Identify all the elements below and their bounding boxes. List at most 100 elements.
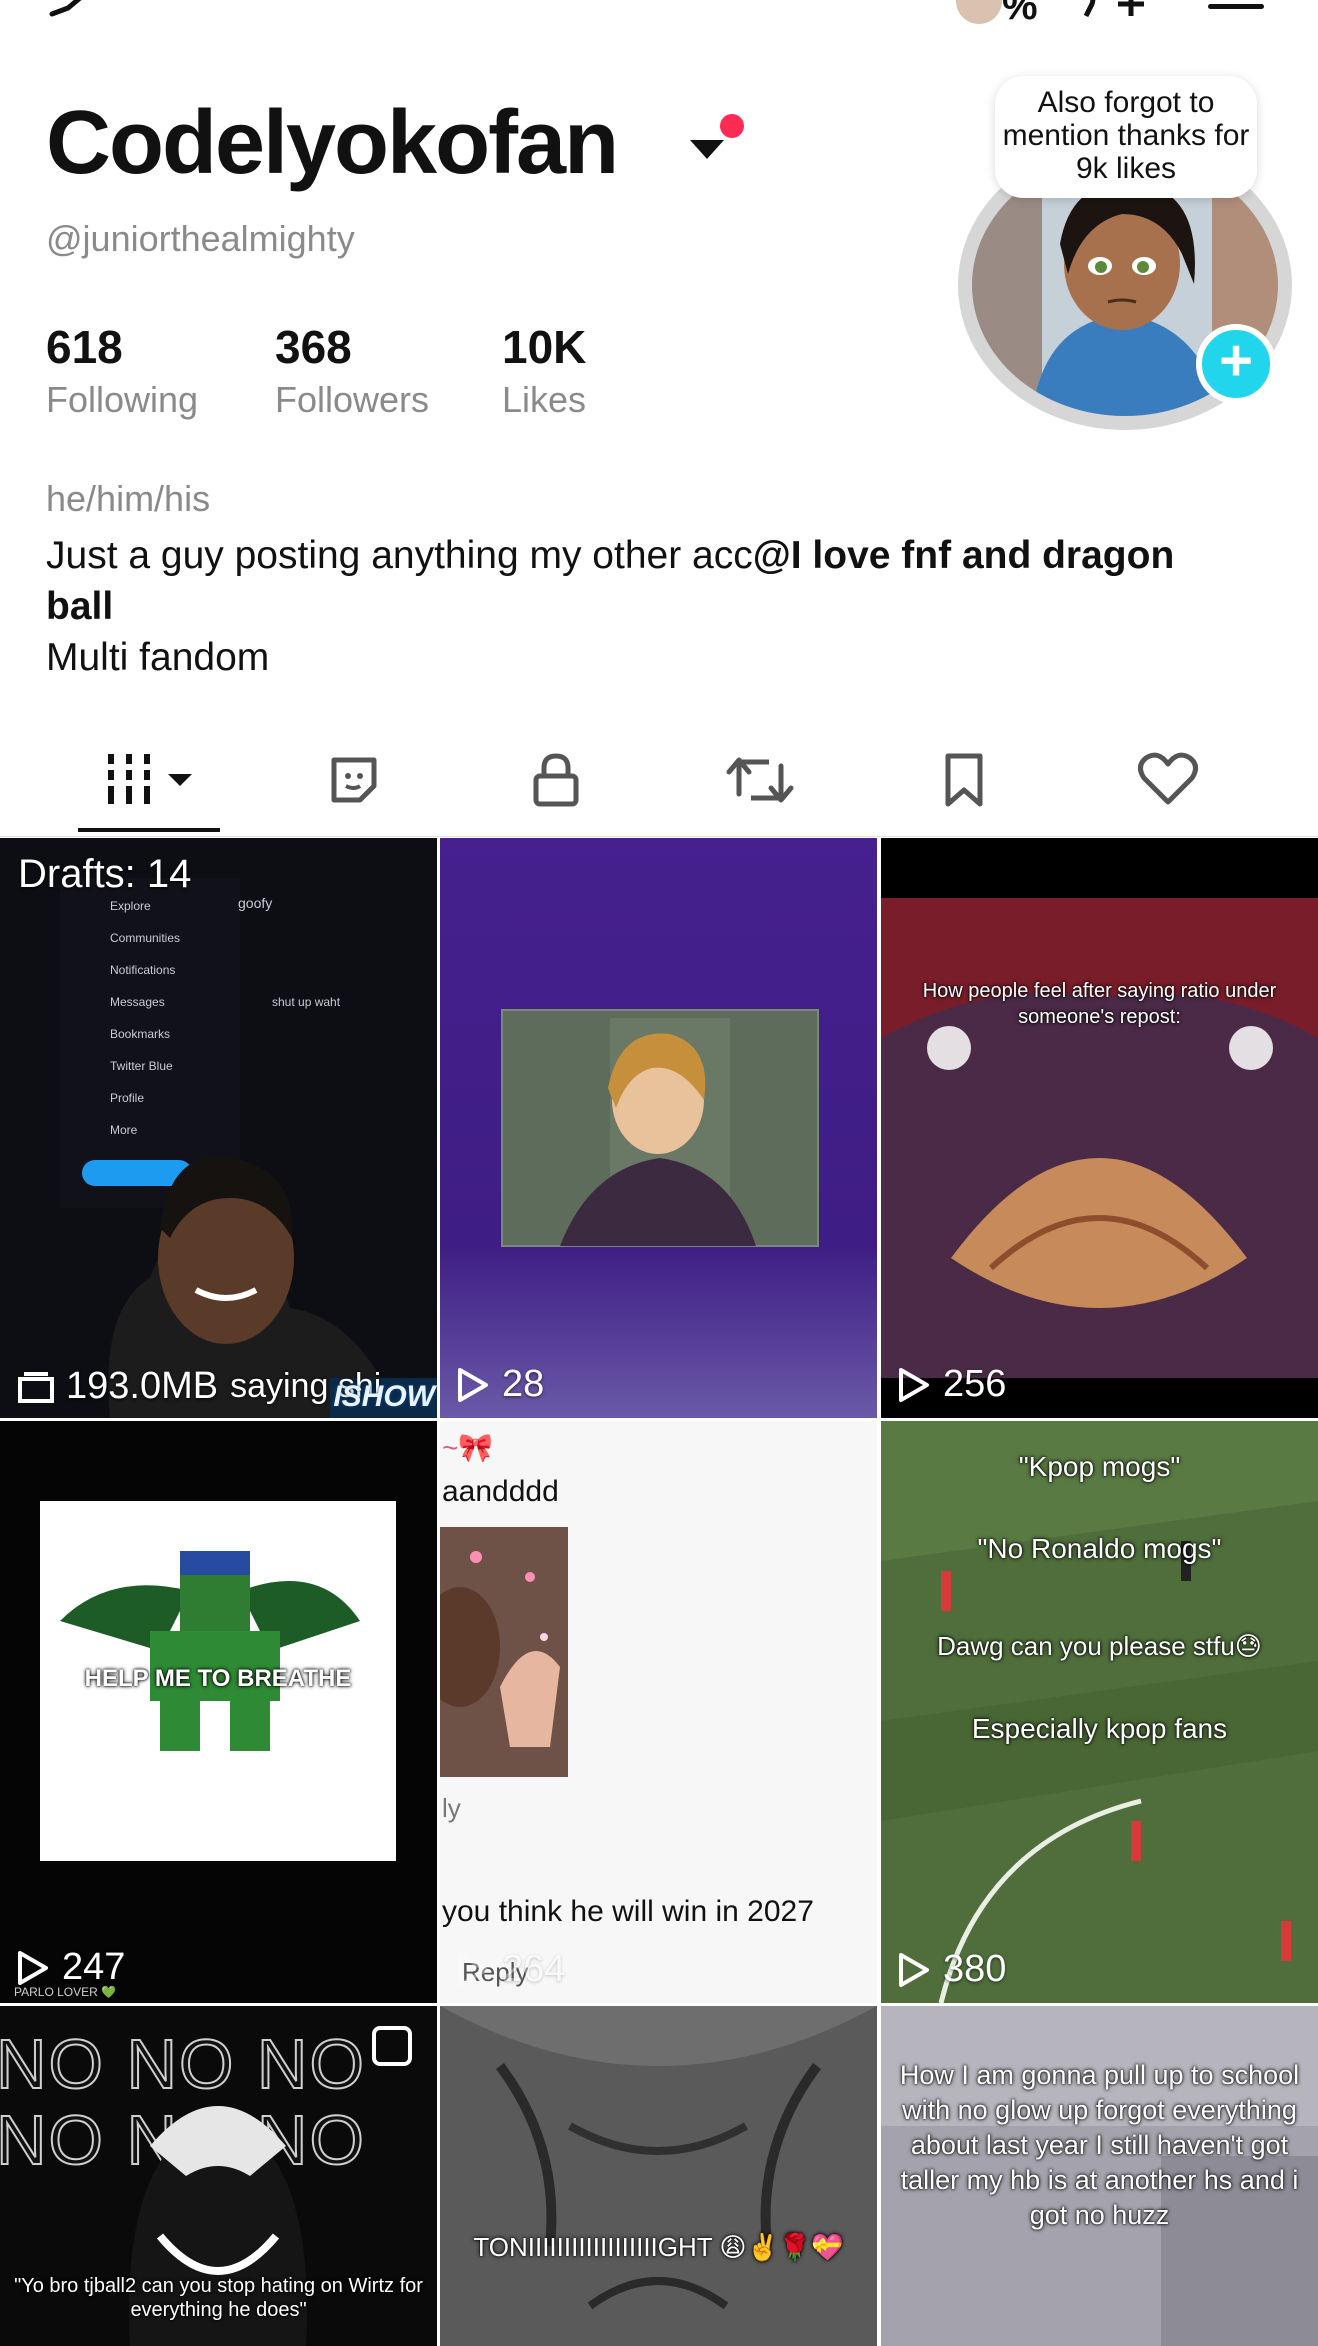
tab-divider (0, 836, 1318, 837)
svg-text:Communities: Communities (110, 931, 180, 945)
video-tile[interactable]: TONIIIIIIIIIIIIIIIIIIGHT 😩✌️🌹💝 (440, 2006, 877, 2346)
drafts-size-label: 193.0MB (66, 1365, 219, 1407)
heart-icon (1138, 752, 1198, 805)
video-tile[interactable]: 28 (440, 838, 877, 1418)
bookmark-icon (945, 753, 983, 807)
svg-text:Bookmarks: Bookmarks (110, 1027, 170, 1041)
stat-value: 368 (275, 321, 352, 373)
svg-text:Twitter Blue: Twitter Blue (110, 1059, 173, 1073)
stat-following[interactable]: 618 Following (46, 322, 198, 421)
video-caption: How I am gonna pull up to school with no… (899, 2060, 1300, 2230)
active-tab-indicator (78, 828, 220, 832)
tab-saved[interactable] (914, 740, 1014, 820)
notification-dot (720, 114, 744, 138)
tab-reposts[interactable] (710, 740, 810, 820)
view-count: 247 (16, 1946, 125, 1989)
video-tile[interactable]: How people feel after saying ratio under… (881, 838, 1318, 1418)
video-caption: TONIIIIIIIIIIIIIIIIIIGHT 😩✌️🌹💝 (473, 2232, 844, 2262)
stat-likes[interactable]: 10K Likes (502, 322, 586, 421)
view-count-label: 380 (943, 1948, 1007, 1990)
video-tile[interactable]: NO NO NONO NO NO "Yo bro tjball2 can you… (0, 2006, 437, 2346)
caption-line: Especially kpop fans (971, 1713, 1228, 1744)
grid-divider (437, 838, 440, 2346)
display-name[interactable]: Codelyokofan (46, 98, 619, 188)
caption-line: "Kpop mogs" (1018, 1451, 1181, 1482)
video-thumbnail (440, 2006, 877, 2346)
view-count: 264 (456, 1948, 565, 1991)
video-caption: "Yo bro tjball2 can you stop hating on W… (14, 2275, 423, 2321)
drafts-stack-icon (18, 1371, 54, 1403)
play-icon (899, 1952, 929, 1987)
play-icon (458, 1952, 488, 1987)
bow-decoration: ~🎀 (442, 1432, 494, 1463)
tab-liked[interactable] (1118, 740, 1218, 820)
view-count-label: 28 (502, 1363, 545, 1405)
view-count-label: 247 (62, 1946, 126, 1988)
video-tile[interactable]: How I am gonna pull up to school with no… (881, 2006, 1318, 2346)
video-tile[interactable]: ~🎀 aandddd ly you think he will win in 2… (440, 1421, 877, 2003)
play-icon (899, 1367, 929, 1402)
grid-divider (0, 1418, 1318, 1421)
username-handle: @juniorthealmighty (46, 218, 355, 259)
repost-icon (726, 757, 794, 803)
stat-followers[interactable]: 368 Followers (275, 322, 429, 421)
add-friend-icon[interactable] (1078, 0, 1148, 18)
grid-bars-icon (108, 754, 192, 804)
svg-text:Messages: Messages (110, 995, 165, 1009)
video-thumbnail (881, 1421, 1318, 2003)
grid-divider (877, 838, 881, 2346)
video-caption: How people feel after saying ratio under… (922, 980, 1277, 1028)
bio-text: Just a guy posting anything my other acc (46, 534, 753, 577)
stat-label: Followers (275, 378, 430, 420)
svg-text:Explore: Explore (110, 899, 151, 913)
stat-label: Likes (502, 378, 587, 420)
video-tile[interactable]: HELP ME TO BREATHE PARLO LOVER 💚 247 (0, 1421, 437, 2003)
watermark-text: ISHOW (333, 1380, 435, 1413)
video-tile[interactable]: "Kpop mogs" "No Ronaldo mogs" Dawg can y… (881, 1421, 1318, 2003)
svg-text:goofy: goofy (238, 895, 272, 911)
stat-value: 618 (46, 321, 123, 373)
drafts-thumbnail: Explore Communities Notifications Messages… (0, 838, 437, 1418)
caption-line: Dawg can you please stfu😓 (937, 1631, 1262, 1661)
video-thumbnail (501, 1009, 819, 1247)
video-caption: you think he will win in 2027 (442, 1895, 814, 1928)
story-avatar-small[interactable] (956, 0, 1002, 24)
view-count-label: 256 (943, 1363, 1007, 1405)
tab-favorites[interactable] (304, 740, 404, 820)
svg-text:Notifications: Notifications (110, 963, 175, 977)
svg-text:shut up waht: shut up waht (272, 995, 341, 1009)
stat-value: 10K (502, 321, 587, 373)
svg-text:More: More (110, 1123, 138, 1137)
sticker-icon (331, 757, 377, 803)
top-bar: % (0, 0, 1318, 28)
video-thumbnail (881, 898, 1318, 1378)
video-top-text: aandddd (442, 1475, 559, 1508)
lock-icon (533, 753, 579, 807)
view-count: 380 (897, 1948, 1006, 1991)
view-count-label: 264 (502, 1948, 566, 1990)
account-switch-caret-icon[interactable] (690, 140, 724, 159)
caption-line: "No Ronaldo mogs" (977, 1533, 1222, 1564)
menu-icon[interactable] (1208, 4, 1264, 9)
percent-indicator: % (1002, 0, 1038, 28)
grid-divider (0, 2003, 1318, 2006)
video-caption: HELP ME TO BREATHE (84, 1665, 352, 1692)
video-side-text: ly (442, 1793, 461, 1823)
drafts-tile[interactable]: Explore Communities Notifications Messages… (0, 838, 437, 1418)
bio: Just a guy posting anything my other acc… (46, 530, 1226, 683)
bio-line-2: Multi fandom (46, 636, 270, 679)
video-thumbnail (40, 1501, 396, 1861)
stat-label: Following (46, 378, 199, 420)
note-bubble[interactable]: Also forgot to mention thanks for 9k lik… (995, 76, 1257, 198)
view-count: 28 (456, 1363, 544, 1406)
tab-videos[interactable] (100, 740, 200, 820)
pronouns: he/him/his (46, 478, 211, 519)
play-icon (18, 1950, 48, 1985)
view-count: 256 (897, 1363, 1006, 1406)
drafts-count: Drafts: 14 (18, 852, 192, 896)
drafts-size: 193.0MB saying shi (18, 1365, 381, 1408)
tab-private[interactable] (506, 740, 606, 820)
video-thumbnail (440, 1527, 568, 1777)
add-story-button[interactable]: + (1196, 324, 1276, 404)
edit-pencil-icon[interactable] (48, 0, 98, 22)
